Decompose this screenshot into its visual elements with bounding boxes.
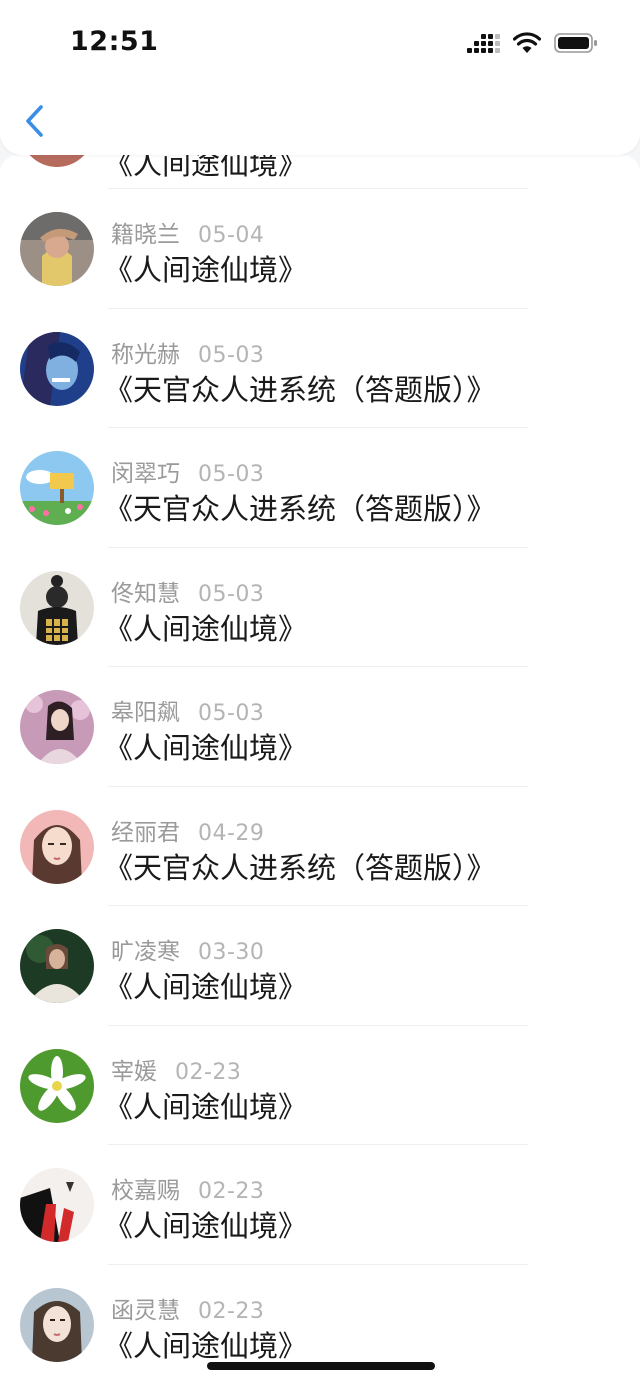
home-indicator[interactable]: [207, 1362, 435, 1370]
post-date: 05-03: [198, 342, 265, 368]
post-date: 05-04: [198, 223, 265, 248]
list-item[interactable]: 闵翠巧 05-03 《天官众人进系统（答题版）》: [0, 428, 640, 548]
post-date: 04-29: [198, 820, 265, 846]
avatar: [20, 451, 94, 525]
user-name: 佟知慧: [111, 580, 180, 607]
status-bar: 12:51: [0, 0, 640, 88]
avatar: [20, 155, 94, 167]
item-meta: 旷凌寒 03-30: [111, 932, 264, 966]
battery-icon: [554, 32, 598, 54]
list-item[interactable]: 校嘉赐 02-23 《人间途仙境》: [0, 1145, 640, 1265]
item-meta: 校嘉赐 02-23: [111, 1171, 264, 1205]
list-item[interactable]: 旷凌寒 03-30 《人间途仙境》: [0, 906, 640, 1026]
avatar: [20, 690, 94, 764]
article-title: 《人间途仙境》: [104, 1089, 308, 1124]
avatar: [20, 929, 94, 1003]
wifi-icon: [513, 32, 541, 54]
post-date: 05-03: [198, 462, 265, 487]
article-title: 《天官众人进系统（答题版）》: [104, 372, 496, 407]
post-date: 02-23: [198, 1298, 265, 1324]
article-title: 《人间途仙境》: [104, 970, 308, 1004]
article-title: 《人间途仙境》: [104, 1209, 308, 1243]
user-name: 皋阳飙: [111, 700, 180, 726]
avatar: [20, 212, 94, 286]
post-date: 02-23: [198, 1179, 265, 1204]
user-name: 校嘉赐: [111, 1178, 180, 1204]
chevron-left-icon: [26, 105, 43, 137]
article-title: 《人间途仙境》: [104, 155, 308, 181]
list-item[interactable]: 宰媛 02-23 《人间途仙境》: [0, 1026, 640, 1145]
user-name: 称光赫: [111, 341, 180, 368]
article-title: 《天官众人进系统（答题版）》: [104, 492, 496, 526]
user-name: 籍晓兰: [111, 222, 180, 248]
post-date: 05-03: [198, 701, 265, 726]
article-title: 《人间途仙境》: [104, 731, 308, 765]
item-meta: 闵翠巧 05-03: [111, 454, 264, 488]
item-meta: 称光赫 05-03: [111, 335, 264, 369]
cellular-signal-icon: [467, 33, 500, 53]
nav-header: 12:51: [0, 0, 640, 155]
rows: 籍晓兰 05-04 《人间途仙境》 称光赫 05-03 《天官众人进系统（答题版…: [0, 189, 640, 1384]
status-icons: [467, 30, 598, 56]
list-item[interactable]: 称光赫 05-03 《天官众人进系统（答题版）》: [0, 309, 640, 428]
item-meta: 籍晓兰 05-04: [111, 215, 264, 249]
post-date: 05-03: [198, 581, 265, 607]
avatar: [20, 1287, 94, 1362]
avatar: [20, 809, 94, 884]
user-name: 闵翠巧: [111, 461, 180, 487]
item-meta: 佟知慧 05-03: [111, 574, 264, 608]
list-item[interactable]: 佟知慧 05-03 《人间途仙境》: [0, 548, 640, 667]
user-name: 旷凌寒: [111, 939, 180, 965]
status-time: 12:51: [70, 26, 159, 57]
avatar: [20, 1048, 94, 1123]
reply-list: 《人间途仙境》 籍晓兰 05-04 《人间途仙境》 称光赫 05-03 《天官众…: [0, 155, 640, 1385]
user-name: 经丽君: [111, 819, 180, 846]
list-item[interactable]: 经丽君 04-29 《天官众人进系统（答题版）》: [0, 787, 640, 906]
post-date: 02-23: [175, 1059, 242, 1085]
back-button[interactable]: [20, 100, 54, 142]
screen: 12:51 《人间途仙境》 籍晓兰 05-04 《人间途仙境》 称光赫 05-0…: [0, 0, 640, 1385]
item-meta: 宰媛 02-23: [111, 1052, 241, 1086]
article-title: 《人间途仙境》: [104, 611, 308, 646]
item-meta: 函灵慧 02-23: [111, 1291, 264, 1325]
item-meta: 皋阳飙 05-03: [111, 693, 264, 727]
article-title: 《天官众人进系统（答题版）》: [104, 850, 496, 885]
article-title: 《人间途仙境》: [104, 253, 308, 287]
user-name: 宰媛: [111, 1058, 157, 1085]
avatar: [20, 1168, 94, 1242]
avatar: [20, 331, 94, 406]
post-date: 03-30: [198, 940, 265, 965]
list-item-partial[interactable]: 《人间途仙境》: [0, 155, 640, 189]
list-item[interactable]: 皋阳飙 05-03 《人间途仙境》: [0, 667, 640, 787]
item-meta: 经丽君 04-29: [111, 813, 264, 847]
article-title: 《人间途仙境》: [104, 1328, 308, 1363]
user-name: 函灵慧: [111, 1297, 180, 1324]
list-item[interactable]: 籍晓兰 05-04 《人间途仙境》: [0, 189, 640, 309]
avatar: [20, 570, 94, 645]
